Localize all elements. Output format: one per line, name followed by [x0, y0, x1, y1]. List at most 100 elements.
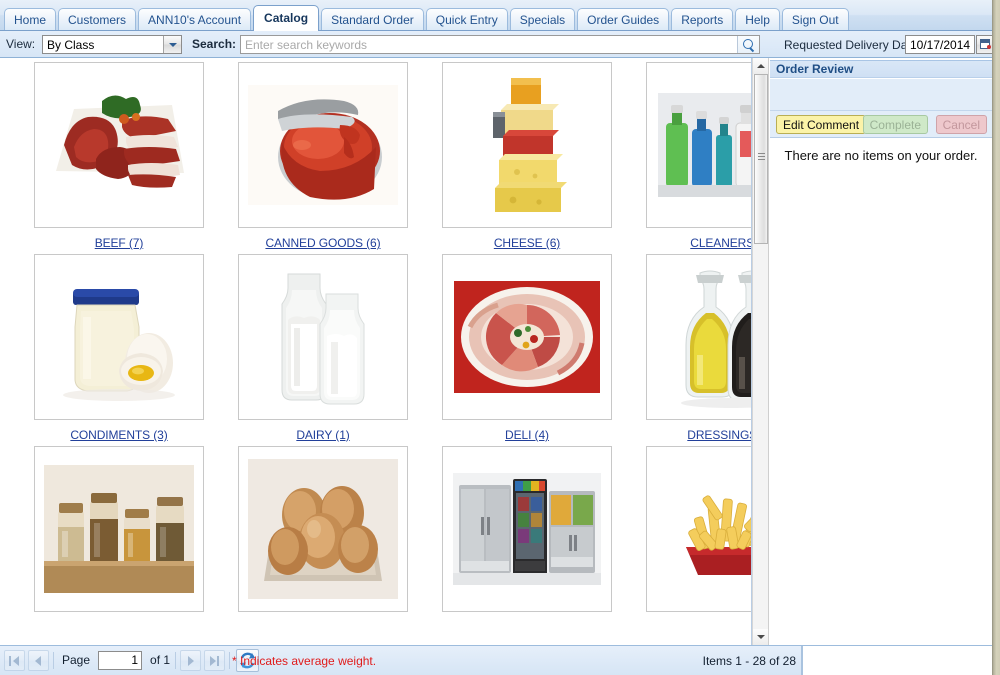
cancel-button[interactable]: Cancel	[935, 115, 987, 134]
category-link-beef[interactable]: BEEF (7)	[95, 236, 144, 250]
tab-home[interactable]: Home	[4, 8, 57, 30]
cleaning-bottles-image	[658, 93, 751, 197]
tab-label: ANN10's Account	[148, 13, 242, 27]
mayonnaise-jar-egg-image	[49, 267, 189, 407]
tab-customers[interactable]: Customers	[58, 8, 137, 30]
oil-vinegar-cruets-image	[666, 263, 751, 411]
requested-delivery-date-input[interactable]: 10/17/2014	[905, 35, 975, 54]
catalog-cell-cheese: CHEESE (6)	[442, 62, 612, 250]
category-tile-dairy[interactable]	[238, 254, 408, 420]
order-empty-message: There are no items on your order.	[784, 148, 978, 163]
deli-meat-platter-image	[454, 281, 600, 393]
divider	[175, 651, 177, 669]
category-tile-cleaners[interactable]	[646, 62, 751, 228]
scrollbar-grip-icon	[758, 153, 765, 160]
spice-jars-image	[44, 465, 194, 593]
tab-sign-out[interactable]: Sign Out	[781, 8, 849, 30]
tab-account[interactable]: ANN10's Account	[138, 8, 252, 30]
calendar-icon	[980, 39, 991, 49]
toolbar: View: By Class Search: Requested Deliver…	[0, 31, 993, 58]
category-tile-cheese[interactable]	[442, 62, 612, 228]
category-link-cleaners[interactable]: CLEANERS (3)	[690, 236, 751, 250]
previous-page-arrow-icon	[35, 655, 41, 666]
tab-order-guides[interactable]: Order Guides	[577, 8, 670, 30]
previous-page-button[interactable]	[28, 649, 49, 671]
page-of-label: of 1	[150, 653, 171, 667]
catalog-cell-dairy: DAIRY (1)	[238, 254, 408, 442]
category-link-dairy[interactable]: DAIRY (1)	[296, 428, 349, 442]
catalog-row: CONDIMENTS (3) DAIRY (1) DELI (4) DRESSI…	[0, 250, 751, 442]
category-tile-deli[interactable]	[442, 254, 612, 420]
next-page-arrow-icon	[188, 655, 195, 666]
category-tile-eggs[interactable]	[238, 446, 408, 612]
calendar-picker-button[interactable]	[976, 35, 993, 54]
main-content: BEEF (7) CANNED GOODS (6) CHEESE (6) CLE…	[0, 58, 992, 645]
order-review-summary-bar	[770, 79, 992, 111]
catalog-cell-equipment	[442, 446, 612, 620]
page-number-input[interactable]	[98, 650, 143, 670]
first-page-button[interactable]	[4, 649, 25, 671]
category-tile-condiments[interactable]	[34, 254, 204, 420]
status-bar-filler	[802, 646, 992, 675]
search-icon	[743, 39, 753, 49]
scroll-up-button[interactable]	[753, 58, 768, 74]
view-select[interactable]: By Class	[42, 35, 182, 54]
category-tile-equipment[interactable]	[442, 446, 612, 612]
search-box[interactable]	[240, 35, 760, 54]
search-input[interactable]	[241, 36, 737, 53]
scroll-down-button[interactable]	[753, 629, 768, 645]
tab-bar: Home Customers ANN10's Account Catalog S…	[0, 0, 992, 31]
milk-bottles-image	[258, 262, 388, 412]
beef-steaks-image	[44, 85, 194, 205]
catalog-cell-beef: BEEF (7)	[34, 62, 204, 250]
tab-quick-entry[interactable]: Quick Entry	[425, 8, 508, 30]
items-count-label: Items 1 - 28 of 28	[702, 654, 796, 668]
chevron-down-icon[interactable]	[163, 36, 181, 53]
commercial-refrigerators-image	[453, 473, 601, 585]
tab-label: Order Guides	[587, 13, 660, 27]
next-page-button[interactable]	[180, 649, 202, 671]
category-link-cheese[interactable]: CHEESE (6)	[494, 236, 560, 250]
catalog-grid-pane: BEEF (7) CANNED GOODS (6) CHEESE (6) CLE…	[0, 58, 752, 645]
french-fries-image	[656, 473, 751, 585]
requested-delivery-date-label: Requested Delivery Date:	[784, 38, 921, 52]
edit-comment-button[interactable]: Edit Comment	[776, 115, 867, 134]
scrollbar-thumb[interactable]	[754, 74, 768, 244]
tab-label: Reports	[681, 13, 724, 27]
view-label: View:	[6, 37, 36, 51]
first-page-icon	[9, 655, 11, 666]
category-link-canned-goods[interactable]: CANNED GOODS (6)	[265, 236, 380, 250]
tab-standard-order[interactable]: Standard Order	[321, 8, 424, 30]
catalog-cell-spices	[34, 446, 204, 620]
page-label: Page	[62, 653, 91, 667]
category-tile-frozen[interactable]	[646, 446, 751, 612]
pagination-controls: Page of 1	[4, 648, 260, 672]
complete-button[interactable]: Complete	[862, 115, 928, 134]
tab-reports[interactable]: Reports	[671, 8, 734, 30]
tab-specials[interactable]: Specials	[509, 8, 576, 30]
order-review-panel: Order Review Edit Comment Complete Cance…	[770, 58, 992, 645]
catalog-cell-condiments: CONDIMENTS (3)	[34, 254, 204, 442]
category-tile-dressings[interactable]	[646, 254, 751, 420]
search-button[interactable]	[737, 36, 759, 53]
category-link-deli[interactable]: DELI (4)	[505, 428, 549, 442]
catalog-scrollbar[interactable]	[752, 58, 769, 645]
category-tile-spices[interactable]	[34, 446, 204, 612]
catalog-cell-dressings: DRESSINGS (8)	[646, 254, 751, 442]
tab-label: Sign Out	[791, 13, 839, 27]
application-window: Home Customers ANN10's Account Catalog S…	[0, 0, 1000, 675]
catalog-cell-canned-goods: CANNED GOODS (6)	[238, 62, 408, 250]
average-weight-note: * Indicates average weight.	[232, 654, 377, 668]
last-page-icon	[217, 655, 220, 666]
order-review-title: Order Review	[770, 60, 992, 78]
search-label: Search:	[192, 37, 237, 51]
tab-catalog[interactable]: Catalog	[253, 5, 320, 31]
category-tile-canned-goods[interactable]	[238, 62, 408, 228]
category-link-dressings[interactable]: DRESSINGS (8)	[687, 428, 751, 442]
last-page-button[interactable]	[204, 649, 226, 671]
status-bar: Page of 1 * Indicates average wei	[0, 645, 992, 675]
category-link-condiments[interactable]: CONDIMENTS (3)	[70, 428, 167, 442]
catalog-cell-cleaners: CLEANERS (3)	[646, 62, 751, 250]
category-tile-beef[interactable]	[34, 62, 204, 228]
tab-help[interactable]: Help	[735, 8, 780, 30]
